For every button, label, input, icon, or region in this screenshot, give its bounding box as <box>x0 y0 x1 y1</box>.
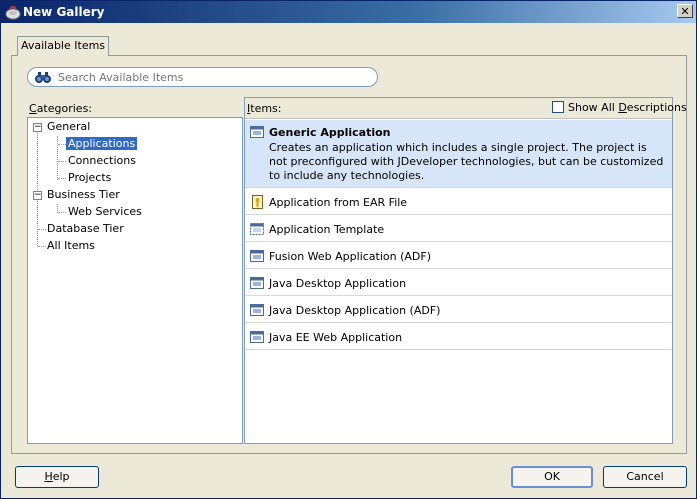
item-fusion-web-application[interactable]: Fusion Web Application (ADF) <box>245 242 672 269</box>
tree-line <box>57 136 58 180</box>
collapse-icon[interactable]: − <box>33 191 42 200</box>
application-icon <box>250 304 264 316</box>
cancel-button[interactable]: Cancel <box>603 466 687 488</box>
close-icon: ✕ <box>680 5 690 18</box>
item-java-desktop-application[interactable]: Java Desktop Application <box>245 269 672 296</box>
item-java-ee-web-application[interactable]: Java EE Web Application <box>245 323 672 350</box>
application-icon <box>250 126 264 138</box>
application-icon <box>250 331 264 343</box>
search-box[interactable] <box>27 67 378 87</box>
item-application-template[interactable]: Application Template <box>245 215 672 242</box>
tree-line <box>58 144 66 145</box>
tree-line <box>38 229 46 230</box>
show-all-descriptions-checkbox[interactable]: Show All Descriptions <box>552 101 687 114</box>
item-application-from-ear[interactable]: Application from EAR File <box>245 188 672 215</box>
tree-line <box>58 161 66 162</box>
tree-item-all-items[interactable]: All Items <box>47 238 95 254</box>
search-input[interactable] <box>58 69 368 85</box>
tab-available-items[interactable]: Available Items <box>17 36 109 56</box>
items-label: Items: <box>247 102 282 115</box>
tree-item-web-services[interactable]: Web Services <box>68 204 142 220</box>
tree-item-connections[interactable]: Connections <box>68 153 136 169</box>
jdeveloper-icon <box>5 6 21 20</box>
tree-line <box>38 246 46 247</box>
title-bar: New Gallery ✕ <box>1 1 696 23</box>
item-description: Creates an application which includes a … <box>269 141 664 182</box>
ear-file-icon <box>252 195 263 209</box>
tree-line <box>58 212 66 213</box>
tree-item-database-tier[interactable]: Database Tier <box>47 221 124 237</box>
binoculars-icon <box>35 72 51 83</box>
application-icon <box>250 250 264 262</box>
tree-item-business-tier[interactable]: Business Tier <box>47 187 120 203</box>
categories-tree[interactable]: − General Applications Connections Proje… <box>27 117 243 444</box>
tree-item-applications[interactable]: Applications <box>66 136 138 152</box>
help-button[interactable]: Help <box>15 466 99 488</box>
close-button[interactable]: ✕ <box>677 4 693 18</box>
application-icon <box>250 277 264 289</box>
items-list[interactable]: Generic Application Creates an applicati… <box>244 97 673 444</box>
checkbox-icon[interactable] <box>552 101 564 113</box>
item-generic-application[interactable]: Generic Application Creates an applicati… <box>245 120 672 188</box>
new-gallery-dialog: New Gallery ✕ Available Items Categories… <box>0 0 697 499</box>
collapse-icon[interactable]: − <box>33 123 42 132</box>
categories-label: Categories: <box>29 102 93 115</box>
tree-item-projects[interactable]: Projects <box>68 170 111 186</box>
ok-button[interactable]: OK <box>511 466 593 488</box>
tree-item-general[interactable]: General <box>47 119 90 135</box>
tree-line <box>58 178 66 179</box>
template-icon <box>250 223 264 235</box>
window-title: New Gallery <box>23 5 105 19</box>
item-java-desktop-application-adf[interactable]: Java Desktop Application (ADF) <box>245 296 672 323</box>
